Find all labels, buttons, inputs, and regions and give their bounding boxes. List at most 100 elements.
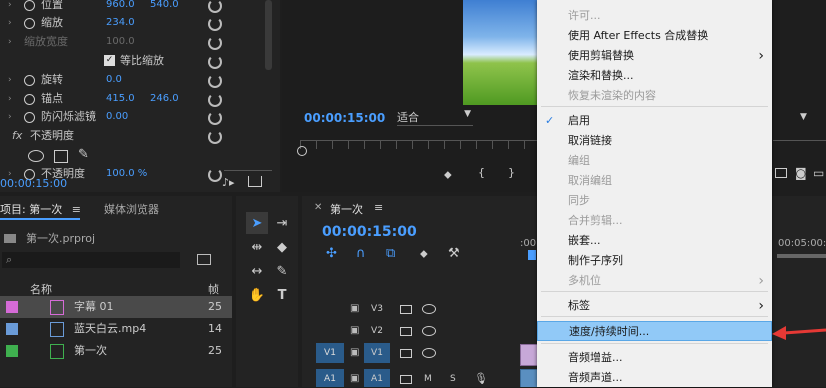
effect-row-value[interactable]: 540.0 xyxy=(150,0,179,14)
menu-item[interactable]: 渲染和替换... xyxy=(537,66,772,86)
stopwatch-icon[interactable] xyxy=(24,75,35,86)
effect-row-value[interactable]: 0.0 xyxy=(106,71,122,89)
checkbox-icon[interactable]: ✓ xyxy=(104,55,115,66)
settings-icon[interactable]: ▭ xyxy=(813,166,824,180)
fit-dropdown[interactable]: 适合 ▼ xyxy=(397,109,473,126)
effect-row-value[interactable]: 246.0 xyxy=(150,90,179,108)
menu-item[interactable]: ✓ 启用 xyxy=(537,111,772,131)
stopwatch-icon[interactable] xyxy=(24,94,35,105)
track-name[interactable]: V1 xyxy=(364,343,390,363)
reset-icon[interactable] xyxy=(208,93,222,107)
expand-chevron-icon[interactable]: › xyxy=(8,90,12,108)
lock-icon[interactable]: ▣ xyxy=(350,368,359,387)
menu-item[interactable]: 音频声道... xyxy=(537,368,772,388)
menu-item[interactable]: 使用剪辑替换 › xyxy=(537,46,772,66)
stopwatch-icon[interactable] xyxy=(24,0,35,11)
reset-icon[interactable] xyxy=(208,168,222,182)
new-bin-icon[interactable] xyxy=(197,254,211,265)
menu-item[interactable]: 标签 › xyxy=(537,296,772,316)
search-input[interactable] xyxy=(2,252,180,268)
menu-item[interactable]: 音频增益... xyxy=(537,348,772,368)
tab-menu-icon[interactable]: ≡ xyxy=(374,201,383,214)
ripple-edit-tool-icon[interactable]: ⇹ xyxy=(246,236,268,258)
pen-tool-icon[interactable]: ✎ xyxy=(271,260,293,282)
source-patch[interactable]: V1 xyxy=(316,343,344,363)
project-item[interactable]: 字幕 01 25 xyxy=(0,296,232,318)
effect-row-value[interactable]: 100.0 % xyxy=(106,165,147,183)
track-header[interactable]: ▣ V2 xyxy=(302,320,517,342)
mute-button[interactable]: M xyxy=(424,368,432,387)
expand-chevron-icon[interactable]: › xyxy=(8,108,12,126)
expand-chevron-icon[interactable]: › xyxy=(8,14,12,32)
menu-item[interactable]: 使用 After Effects 合成替换 xyxy=(537,26,772,46)
stopwatch-icon[interactable] xyxy=(24,112,35,123)
work-area-bar[interactable] xyxy=(777,254,826,258)
right-dropdown-chevron[interactable]: ▼ xyxy=(800,112,807,122)
nest-icon[interactable]: ✣ xyxy=(326,246,337,261)
toggle-sync-icon[interactable] xyxy=(400,327,412,336)
toggle-sync-icon[interactable] xyxy=(400,349,412,358)
mark-out-icon[interactable]: } xyxy=(508,166,515,179)
pen-mask-icon[interactable]: ✎ xyxy=(78,147,89,162)
add-marker-icon[interactable]: ⬥ xyxy=(420,247,428,261)
microphone-icon[interactable]: 🎙︎ xyxy=(474,368,488,387)
stopwatch-icon[interactable] xyxy=(24,18,35,29)
add-marker-icon[interactable]: ⬥ xyxy=(444,168,452,182)
menu-item[interactable]: 嵌套... xyxy=(537,231,772,251)
slip-tool-icon[interactable]: ↔ xyxy=(246,260,268,282)
effect-row-value[interactable]: 0.00 xyxy=(106,108,128,126)
menu-item[interactable]: 速度/持续时间... xyxy=(537,321,772,341)
reset-icon[interactable] xyxy=(208,36,222,50)
reset-icon[interactable] xyxy=(208,0,222,13)
eye-icon[interactable] xyxy=(422,348,436,358)
track-header[interactable]: A1 ▣ A1 M S 🎙︎ xyxy=(302,368,517,387)
expand-chevron-icon[interactable]: › xyxy=(8,71,12,89)
ellipse-mask-icon[interactable] xyxy=(28,150,44,162)
expand-chevron-icon[interactable]: › xyxy=(8,0,12,14)
frame-rate-column-header[interactable]: 帧 xyxy=(208,281,219,297)
track-name[interactable]: A1 xyxy=(364,369,390,387)
track-select-tool-icon[interactable]: ⇥ xyxy=(271,212,293,234)
wrench-icon[interactable]: ⚒ xyxy=(448,246,460,261)
project-item[interactable]: 蓝天白云.mp4 14 xyxy=(0,318,232,340)
razor-tool-icon[interactable]: ◆ xyxy=(271,236,293,258)
effect-row-value[interactable]: 415.0 xyxy=(106,90,135,108)
expand-chevron-icon[interactable]: › xyxy=(8,33,12,51)
lock-icon[interactable]: ▣ xyxy=(350,320,359,342)
eye-icon[interactable] xyxy=(422,304,436,314)
reset-icon[interactable] xyxy=(208,17,222,31)
solo-button[interactable]: S xyxy=(450,368,456,387)
linked-selection-icon[interactable]: ⧉ xyxy=(386,246,395,261)
export-icon[interactable] xyxy=(248,176,262,187)
eye-icon[interactable] xyxy=(422,326,436,336)
playhead-icon[interactable] xyxy=(297,146,307,156)
project-item[interactable]: 第一次 25 xyxy=(0,340,232,362)
track-header[interactable]: ▣ V3 xyxy=(302,298,517,320)
source-patch[interactable]: A1 xyxy=(316,369,344,387)
tab-media-browser[interactable]: 媒体浏览器 xyxy=(104,201,159,217)
selection-tool-icon[interactable]: ➤ xyxy=(246,212,268,234)
menu-item[interactable]: 取消链接 xyxy=(537,131,772,151)
hand-tool-icon[interactable]: ✋ xyxy=(246,284,268,306)
name-column-header[interactable]: 名称 xyxy=(30,281,52,297)
track-name[interactable]: V2 xyxy=(364,321,390,341)
reset-icon[interactable] xyxy=(208,55,222,69)
tab-project[interactable]: 项目: 第一次 ≡ xyxy=(0,201,81,217)
lock-icon[interactable]: ▣ xyxy=(350,342,359,364)
toggle-sync-icon[interactable] xyxy=(400,375,412,384)
lock-icon[interactable]: ▣ xyxy=(350,298,359,320)
button-editor-icon[interactable] xyxy=(775,168,787,178)
reset-icon[interactable] xyxy=(208,111,222,125)
effect-row-value[interactable]: 960.0 xyxy=(106,0,135,14)
reset-icon[interactable] xyxy=(208,130,222,144)
timeline-playhead[interactable] xyxy=(528,250,536,260)
type-tool-icon[interactable]: T xyxy=(271,284,293,306)
mark-in-icon[interactable]: { xyxy=(478,166,485,179)
menu-item[interactable]: 制作子序列 xyxy=(537,251,772,271)
tab-menu-icon[interactable]: ≡ xyxy=(72,203,81,216)
camera-icon[interactable]: ◙ xyxy=(795,166,807,180)
effect-row-value[interactable]: 234.0 xyxy=(106,14,135,32)
timeline-tab[interactable]: 第一次 xyxy=(330,201,363,217)
track-name[interactable]: V3 xyxy=(364,299,390,319)
ec-scrollbar[interactable] xyxy=(265,0,272,70)
